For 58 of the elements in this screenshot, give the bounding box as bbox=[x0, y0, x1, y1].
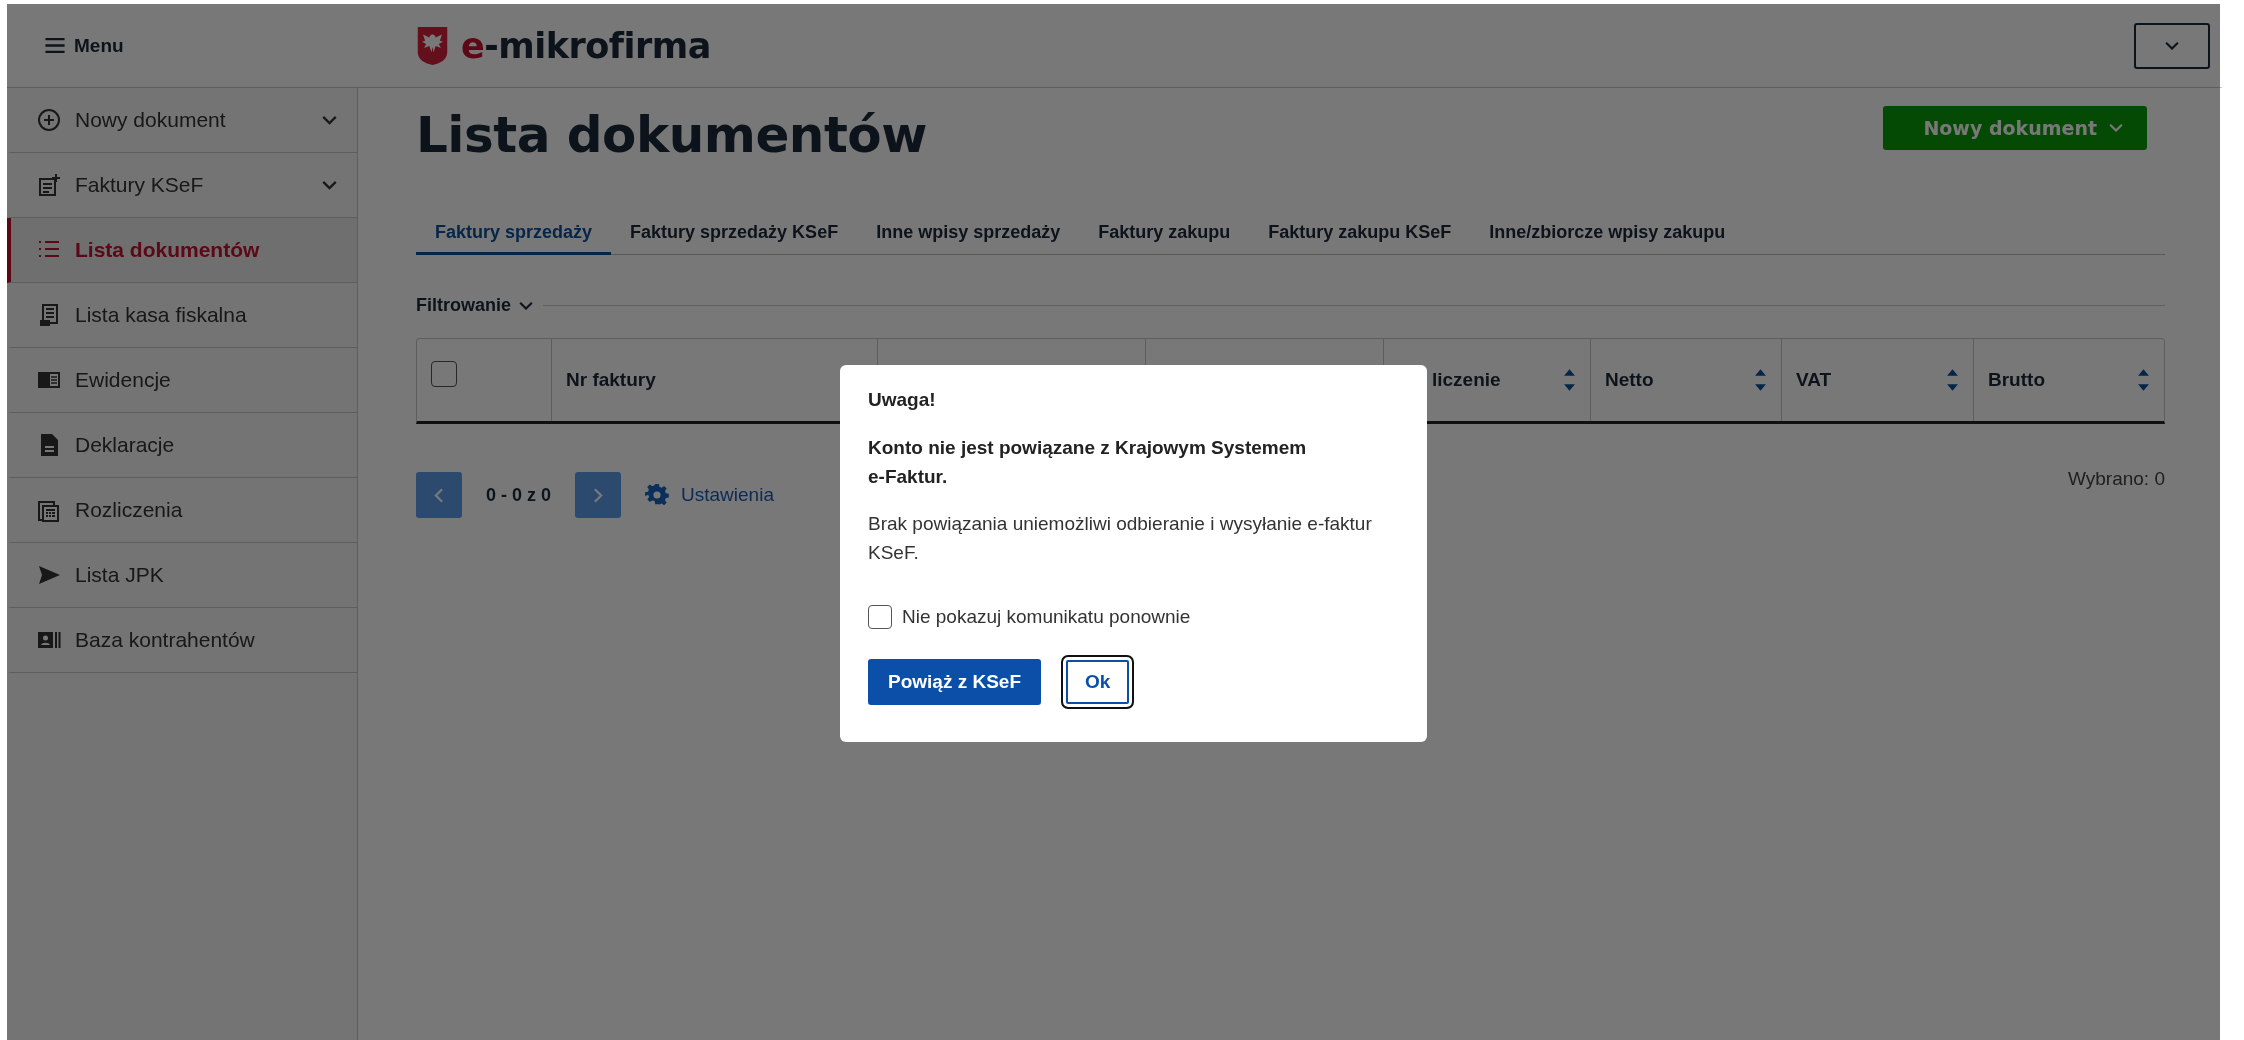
tab[interactable]: Faktury zakupu bbox=[1079, 222, 1250, 255]
sidebar-item[interactable]: Lista dokumentów bbox=[7, 218, 357, 283]
chevron-down-icon bbox=[322, 180, 337, 190]
column-header: liczenie bbox=[1432, 369, 1501, 391]
send-icon bbox=[37, 563, 61, 587]
settings-link[interactable]: Ustawienia bbox=[645, 483, 774, 507]
sidebar-item-label: Ewidencje bbox=[75, 368, 172, 392]
document-plus-icon bbox=[37, 173, 61, 197]
sidebar-item-label: Nowy dokument bbox=[75, 108, 227, 132]
plus-circle-icon bbox=[37, 108, 61, 132]
page-range: 0 - 0 z 0 bbox=[486, 484, 552, 506]
sort-arrows-icon[interactable] bbox=[1946, 368, 1959, 392]
page-title: Lista dokumentów bbox=[416, 106, 927, 164]
sidebar-item-label: Lista kasa fiskalna bbox=[75, 303, 248, 327]
sidebar-item-label: Baza kontrahentów bbox=[75, 628, 256, 652]
selected-count: Wybrano: 0 bbox=[2068, 468, 2165, 490]
column-header: VAT bbox=[1796, 369, 1832, 391]
new-document-button[interactable]: Nowy dokument bbox=[1883, 106, 2147, 150]
column-header: Netto bbox=[1605, 369, 1654, 391]
chevron-left-icon bbox=[434, 487, 444, 503]
dropdown-button[interactable] bbox=[2134, 22, 2210, 69]
select-all-checkbox[interactable] bbox=[431, 361, 457, 387]
tab[interactable]: Inne wpisy sprzedaży bbox=[857, 222, 1080, 255]
sidebar-item-label: Deklaracje bbox=[75, 433, 176, 457]
column-header: Brutto bbox=[1988, 369, 2045, 391]
sort-arrows-icon[interactable] bbox=[1563, 368, 1576, 392]
receipt-icon bbox=[37, 303, 61, 327]
chevron-right-icon bbox=[593, 487, 604, 503]
sidebar-item-label: Lista dokumentów bbox=[75, 238, 261, 262]
dialog-heading: Konto nie jest powiązane z Krajowym Systemem e-Faktur. bbox=[868, 436, 1308, 489]
ok-button[interactable]: Ok bbox=[1061, 655, 1135, 709]
checkbox[interactable] bbox=[868, 605, 892, 629]
column-header: Nr faktury bbox=[566, 369, 656, 391]
filter-toggle[interactable]: Filtrowanie bbox=[416, 295, 533, 316]
next-page-button[interactable] bbox=[575, 472, 622, 518]
app-logo-text: e-mikrofirma bbox=[461, 25, 711, 66]
chevron-down-icon bbox=[2109, 123, 2123, 133]
checkbox-label: Nie pokazuj komunikatu ponownie bbox=[902, 606, 1191, 628]
sidebar-item-label: Lista JPK bbox=[75, 563, 165, 587]
tab[interactable]: Inne/zbiorcze wpisy zakupu bbox=[1470, 222, 1745, 255]
calculator-icon bbox=[37, 498, 61, 522]
dialog-message: Brak powiązania uniemożliwi odbieranie i wysyłanie e-faktur KSeF. bbox=[868, 512, 1373, 565]
tab[interactable]: Faktury zakupu KSeF bbox=[1249, 222, 1471, 255]
chevron-down-icon bbox=[519, 300, 533, 311]
tab[interactable]: Faktury sprzedaży bbox=[416, 222, 612, 255]
chevron-down-icon bbox=[2165, 40, 2179, 51]
link-ksef-button[interactable]: Powiąż z KSeF bbox=[868, 659, 1042, 705]
dialog-title: Uwaga! bbox=[868, 389, 937, 411]
sidebar-item-label: Rozliczenia bbox=[75, 498, 184, 522]
chevron-down-icon bbox=[322, 115, 337, 125]
sort-arrows-icon[interactable] bbox=[2137, 368, 2150, 392]
hamburger-menu-icon bbox=[44, 37, 66, 54]
sort-arrows-icon[interactable] bbox=[1754, 368, 1767, 392]
sidebar-item-label: Faktury KSeF bbox=[75, 173, 205, 197]
tab[interactable]: Faktury sprzedaży KSeF bbox=[611, 222, 858, 255]
menu-button[interactable]: Menu bbox=[40, 30, 128, 61]
eagle-emblem-icon bbox=[416, 25, 449, 66]
settings-gear-icon bbox=[645, 483, 670, 507]
